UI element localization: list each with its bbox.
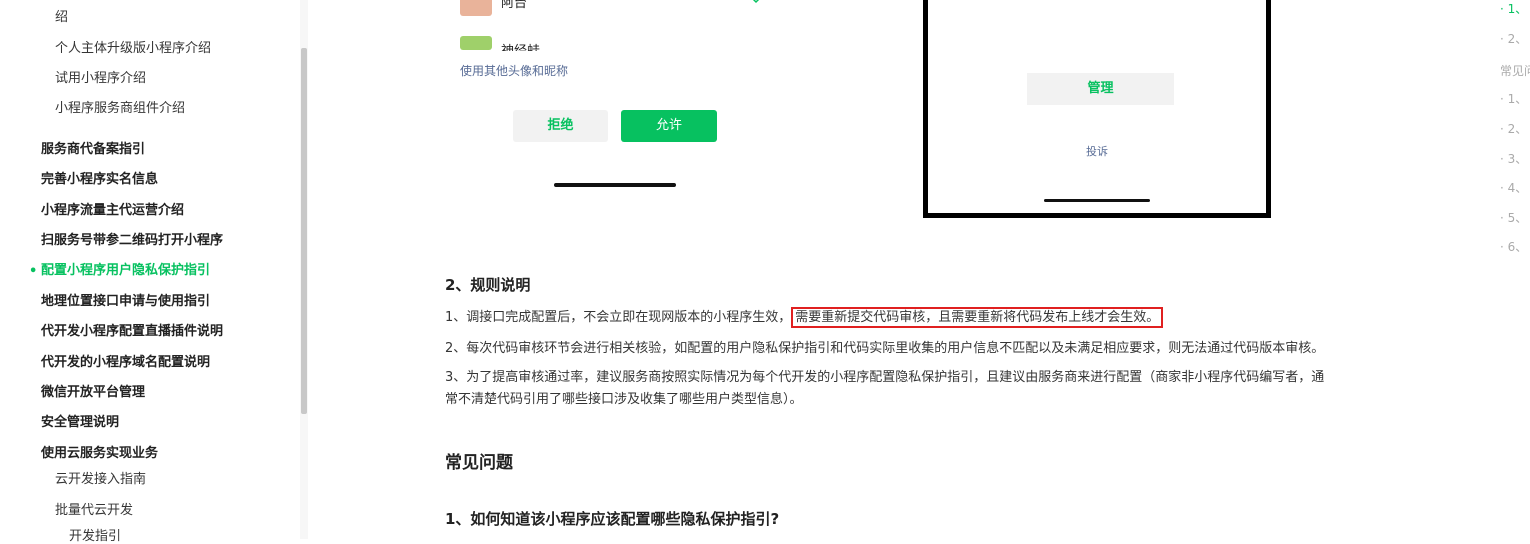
check-icon — [752, 0, 760, 4]
sidebar-nav: 绍 个人主体升级版小程序介绍 试用小程序介绍 小程序服务商组件介绍 服务商代备案… — [0, 0, 300, 544]
reject-button: 拒绝 — [513, 110, 608, 142]
sidebar-item[interactable]: 试用小程序介绍 — [55, 67, 146, 86]
highlighted-text: 需要重新提交代码审核，且需要重新将代码发布上线才会生效。 — [791, 307, 1164, 328]
sidebar-item-active[interactable]: 配置小程序用户隐私保护指引 — [41, 259, 210, 278]
active-indicator: • — [29, 264, 38, 279]
sidebar-item[interactable]: 完善小程序实名信息 — [41, 168, 158, 187]
nickname-option: 阿台 — [501, 0, 528, 11]
use-other-avatar-link: 使用其他头像和昵称 — [460, 64, 569, 78]
table-of-contents: · 1、 · 2、 常见问 · 1、 · 2、 · 3、 · 4、 · 5、 ·… — [1500, 0, 1530, 539]
sidebar-scrollbar-thumb[interactable] — [301, 48, 307, 414]
sidebar-item[interactable]: 绍 — [55, 6, 68, 25]
home-indicator — [1044, 199, 1150, 202]
sidebar-item[interactable]: 微信开放平台管理 — [41, 381, 145, 400]
nickname-option: 神经蛙 — [501, 40, 540, 51]
sidebar-item[interactable]: 开发指引 — [69, 525, 121, 544]
toc-item[interactable]: · 4、 — [1500, 179, 1527, 196]
sidebar-item[interactable]: 地理位置接口申请与使用指引 — [41, 290, 210, 309]
article-content: 阿台 神经蛙 使用其他头像和昵称 拒绝 允许 管理 投诉 2、规则说明 1、调接… — [308, 0, 1488, 539]
sidebar-item[interactable]: 服务商代备案指引 — [41, 138, 145, 157]
rule-paragraph: 3、为了提高审核通过率，建议服务商按照实际情况为每个代开发的小程序配置隐私保护指… — [445, 370, 1325, 385]
rule-text: 1、调接口完成配置后，不会立即在现网版本的小程序生效， — [445, 310, 792, 325]
rule-paragraph: 1、调接口完成配置后，不会立即在现网版本的小程序生效， 需要重新提交代码审核，且需… — [445, 306, 1164, 328]
sidebar-item[interactable]: 云开发接入指南 — [55, 468, 146, 487]
toc-item[interactable]: · 6、 — [1500, 238, 1527, 255]
allow-button: 允许 — [621, 110, 717, 142]
sidebar-item[interactable]: 安全管理说明 — [41, 411, 119, 430]
avatar — [460, 0, 492, 16]
sidebar-item[interactable]: 小程序服务商组件介绍 — [55, 97, 185, 116]
toc-item[interactable]: · 1、 — [1500, 0, 1527, 17]
complain-link: 投诉 — [1086, 145, 1108, 158]
rule-paragraph: 常不清楚代码引用了哪些接口涉及收集了哪些用户类型信息）。 — [445, 392, 803, 407]
toc-item[interactable]: · 1、 — [1500, 90, 1527, 107]
avatar — [460, 36, 492, 50]
home-indicator — [554, 183, 676, 187]
sidebar-item[interactable]: 个人主体升级版小程序介绍 — [55, 37, 211, 56]
sidebar-item[interactable]: 代开发的小程序域名配置说明 — [41, 351, 210, 370]
phone-mockup: 管理 投诉 — [923, 0, 1271, 218]
section-title: 2、规则说明 — [445, 276, 531, 294]
sidebar-item[interactable]: 小程序流量主代运营介绍 — [41, 199, 184, 218]
faq-heading: 常见问题 — [445, 453, 513, 473]
toc-item[interactable]: · 5、 — [1500, 209, 1527, 226]
toc-item[interactable]: · 2、 — [1500, 30, 1527, 47]
toc-item[interactable]: 常见问 — [1500, 62, 1530, 79]
toc-item[interactable]: · 2、 — [1500, 120, 1527, 137]
faq-question: 1、如何知道该小程序应该配置哪些隐私保护指引? — [445, 510, 780, 528]
sidebar-item[interactable]: 使用云服务实现业务 — [41, 442, 158, 461]
manage-button: 管理 — [1027, 73, 1174, 105]
sidebar-item[interactable]: 扫服务号带参二维码打开小程序 — [41, 229, 223, 248]
toc-item[interactable]: · 3、 — [1500, 150, 1527, 167]
sidebar-item[interactable]: 代开发小程序配置直播插件说明 — [41, 320, 223, 339]
sidebar-item[interactable]: 批量代云开发 — [55, 499, 133, 518]
rule-paragraph: 2、每次代码审核环节会进行相关核验，如配置的用户隐私保护指引和代码实际里收集的用… — [445, 341, 1325, 356]
